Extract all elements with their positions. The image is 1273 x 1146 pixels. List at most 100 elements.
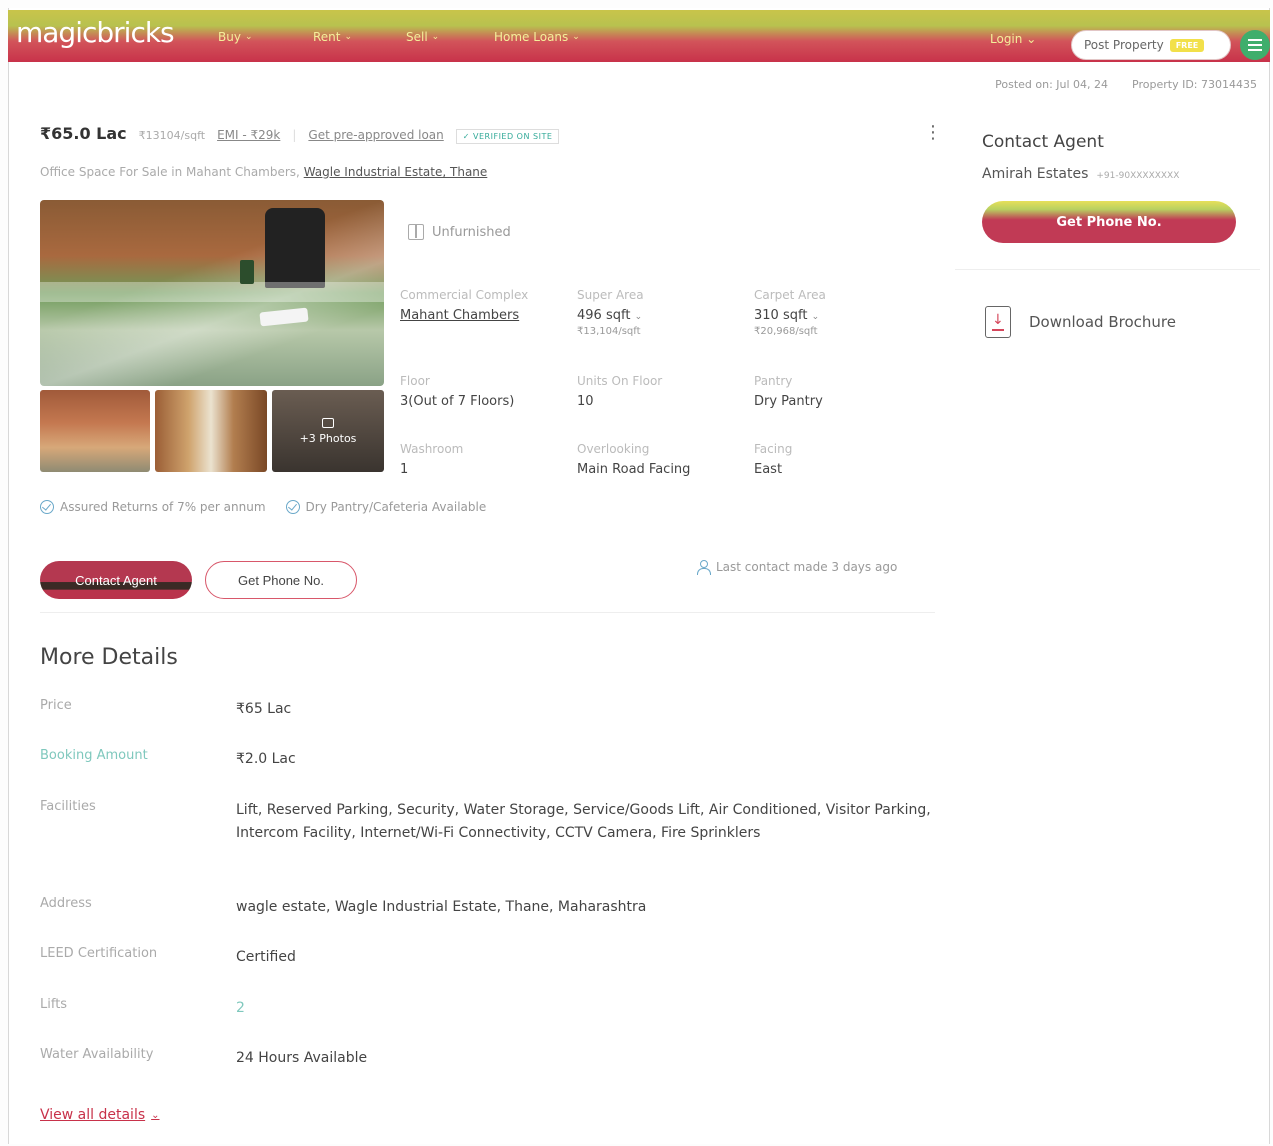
furnishing-label: Unfurnished <box>432 224 511 240</box>
nav-rent[interactable]: Rent ⌄ <box>313 30 352 44</box>
furniture-icon <box>408 224 424 240</box>
menu-bar <box>1248 39 1262 41</box>
spec-label: Carpet Area <box>754 288 826 302</box>
nav-sell[interactable]: Sell ⌄ <box>406 30 439 44</box>
sidebar-title: Contact Agent <box>982 132 1104 152</box>
spec-value[interactable]: 496 sqft ⌄ <box>577 308 747 323</box>
detail-row-facilities: Facilities Lift, Reserved Parking, Secur… <box>40 799 940 845</box>
menu-bar <box>1248 49 1262 51</box>
spec-value: Dry Pantry <box>754 394 823 409</box>
top-header: magicbricks Buy ⌄ Rent ⌄ Sell ⌄ Home Loa… <box>8 10 1270 62</box>
more-options-icon[interactable]: ⋮ <box>924 122 942 143</box>
more-photos-thumbnail[interactable]: +3 Photos <box>272 390 384 472</box>
detail-row-lifts: Lifts 2 <box>40 997 940 1020</box>
check-icon: ✓ <box>462 132 470 141</box>
detail-label: LEED Certification <box>40 946 158 961</box>
spec-value: 3(Out of 7 Floors) <box>400 394 515 409</box>
detail-label: Price <box>40 698 72 713</box>
menu-bar <box>1248 44 1262 46</box>
spec-label: Super Area <box>577 288 644 302</box>
camera-icon <box>322 417 334 428</box>
spec-label: Pantry <box>754 374 793 388</box>
agent-info: Amirah Estates +91-90XXXXXXXX <box>982 166 1179 182</box>
feature-label: Dry Pantry/Cafeteria Available <box>305 500 487 514</box>
view-all-label: View all details <box>40 1107 146 1123</box>
detail-row-booking-amount: Booking Amount ₹2.0 Lac <box>40 748 940 771</box>
property-id: Property ID: 73014435 <box>1132 78 1257 91</box>
post-property-label: Post Property <box>1084 38 1164 52</box>
super-area-value: 496 sqft <box>577 308 631 323</box>
get-phone-button[interactable]: Get Phone No. <box>205 561 357 599</box>
subtitle-text: Office Space For Sale in Mahant Chambers… <box>40 165 300 179</box>
spec-value: 1 <box>400 462 409 477</box>
detail-value: Lift, Reserved Parking, Security, Water … <box>236 802 931 841</box>
spec-value: Main Road Facing <box>577 462 691 477</box>
detail-label: Lifts <box>40 997 68 1012</box>
nav-buy-label: Buy <box>218 30 241 44</box>
detail-row-water: Water Availability 24 Hours Available <box>40 1047 940 1070</box>
nav-home-loans-label: Home Loans <box>494 30 569 44</box>
spec-super-area: Super Area 496 sqft ⌄ ₹13,104/sqft <box>577 288 747 337</box>
spec-value: 10 <box>577 394 594 409</box>
photo-chair <box>265 208 325 288</box>
contact-agent-button[interactable]: Contact Agent <box>40 561 192 599</box>
agent-phone: +91-90XXXXXXXX <box>1096 171 1180 181</box>
spec-label: Floor <box>400 374 430 388</box>
detail-row-price: Price ₹65 Lac <box>40 698 940 721</box>
nav-home-loans[interactable]: Home Loans ⌄ <box>494 30 580 44</box>
spec-label: Overlooking <box>577 442 650 456</box>
spec-sub: ₹20,968/sqft <box>754 326 818 337</box>
post-property-button[interactable]: Post Property FREE <box>1071 30 1231 60</box>
spec-washroom: Washroom 1 <box>400 442 570 477</box>
posted-on: Posted on: Jul 04, 24 <box>995 78 1109 91</box>
detail-label: Address <box>40 896 92 911</box>
spec-value[interactable]: 310 sqft ⌄ <box>754 308 924 323</box>
check-circle-icon <box>40 500 54 514</box>
furnishing-status: Unfurnished <box>408 224 511 240</box>
view-all-details-link[interactable]: View all details ⌄ <box>40 1107 160 1123</box>
nav-sell-label: Sell <box>406 30 428 44</box>
spec-overlooking: Overlooking Main Road Facing <box>577 442 747 477</box>
main-property-photo[interactable] <box>40 200 384 386</box>
spec-sub: ₹13,104/sqft <box>577 326 641 337</box>
magicbricks-logo[interactable]: magicbricks <box>16 16 175 49</box>
more-photos-label: +3 Photos <box>299 431 357 445</box>
last-contact-info: Last contact made 3 days ago <box>696 560 897 575</box>
chevron-down-icon: ⌄ <box>811 312 820 322</box>
detail-label: Booking Amount <box>40 748 148 763</box>
detail-value: 2 <box>236 1000 245 1016</box>
pre-approved-loan-link[interactable]: Get pre-approved loan <box>308 128 443 142</box>
spec-commercial-complex: Commercial Complex Mahant Chambers <box>400 288 570 323</box>
thumbnail-photo-2[interactable] <box>155 390 267 472</box>
spec-value: East <box>754 462 783 477</box>
chevron-down-icon: ⌄ <box>572 32 580 42</box>
spec-carpet-area: Carpet Area 310 sqft ⌄ ₹20,968/sqft <box>754 288 924 337</box>
location-link[interactable]: Wagle Industrial Estate, Thane <box>304 165 488 179</box>
download-brochure-link[interactable]: Download Brochure <box>985 306 1176 338</box>
emi-link[interactable]: EMI - ₹29k <box>217 128 280 142</box>
feature-label: Assured Returns of 7% per annum <box>60 500 266 514</box>
detail-value: 24 Hours Available <box>236 1050 368 1066</box>
complex-link[interactable]: Mahant Chambers <box>400 308 570 323</box>
thumbnail-photo-1[interactable] <box>40 390 150 472</box>
detail-row-address: Address wagle estate, Wagle Industrial E… <box>40 896 940 919</box>
verified-badge: ✓ VERIFIED ON SITE <box>455 129 560 144</box>
detail-value: wagle estate, Wagle Industrial Estate, T… <box>236 899 647 915</box>
login-link[interactable]: Login ⌄ <box>990 32 1036 46</box>
nav-rent-label: Rent <box>313 30 341 44</box>
chevron-down-icon: ⌄ <box>151 1109 160 1121</box>
posted-meta: Posted on: Jul 04, 24 Property ID: 73014… <box>995 78 1257 91</box>
spec-pantry: Pantry Dry Pantry <box>754 374 924 409</box>
sidebar-get-phone-button[interactable]: Get Phone No. <box>982 201 1236 243</box>
more-details-title: More Details <box>40 645 178 670</box>
chevron-down-icon: ⌄ <box>634 312 643 322</box>
nav-buy[interactable]: Buy ⌄ <box>218 30 253 44</box>
chevron-down-icon: ⌄ <box>431 32 440 42</box>
detail-value: Certified <box>236 949 296 965</box>
spec-label: Commercial Complex <box>400 288 529 302</box>
separator: | <box>292 128 297 142</box>
verified-label: VERIFIED ON SITE <box>473 132 553 141</box>
detail-value: ₹65 Lac <box>236 701 292 717</box>
spec-label: Units On Floor <box>577 374 663 388</box>
hamburger-menu-icon[interactable] <box>1240 30 1270 60</box>
